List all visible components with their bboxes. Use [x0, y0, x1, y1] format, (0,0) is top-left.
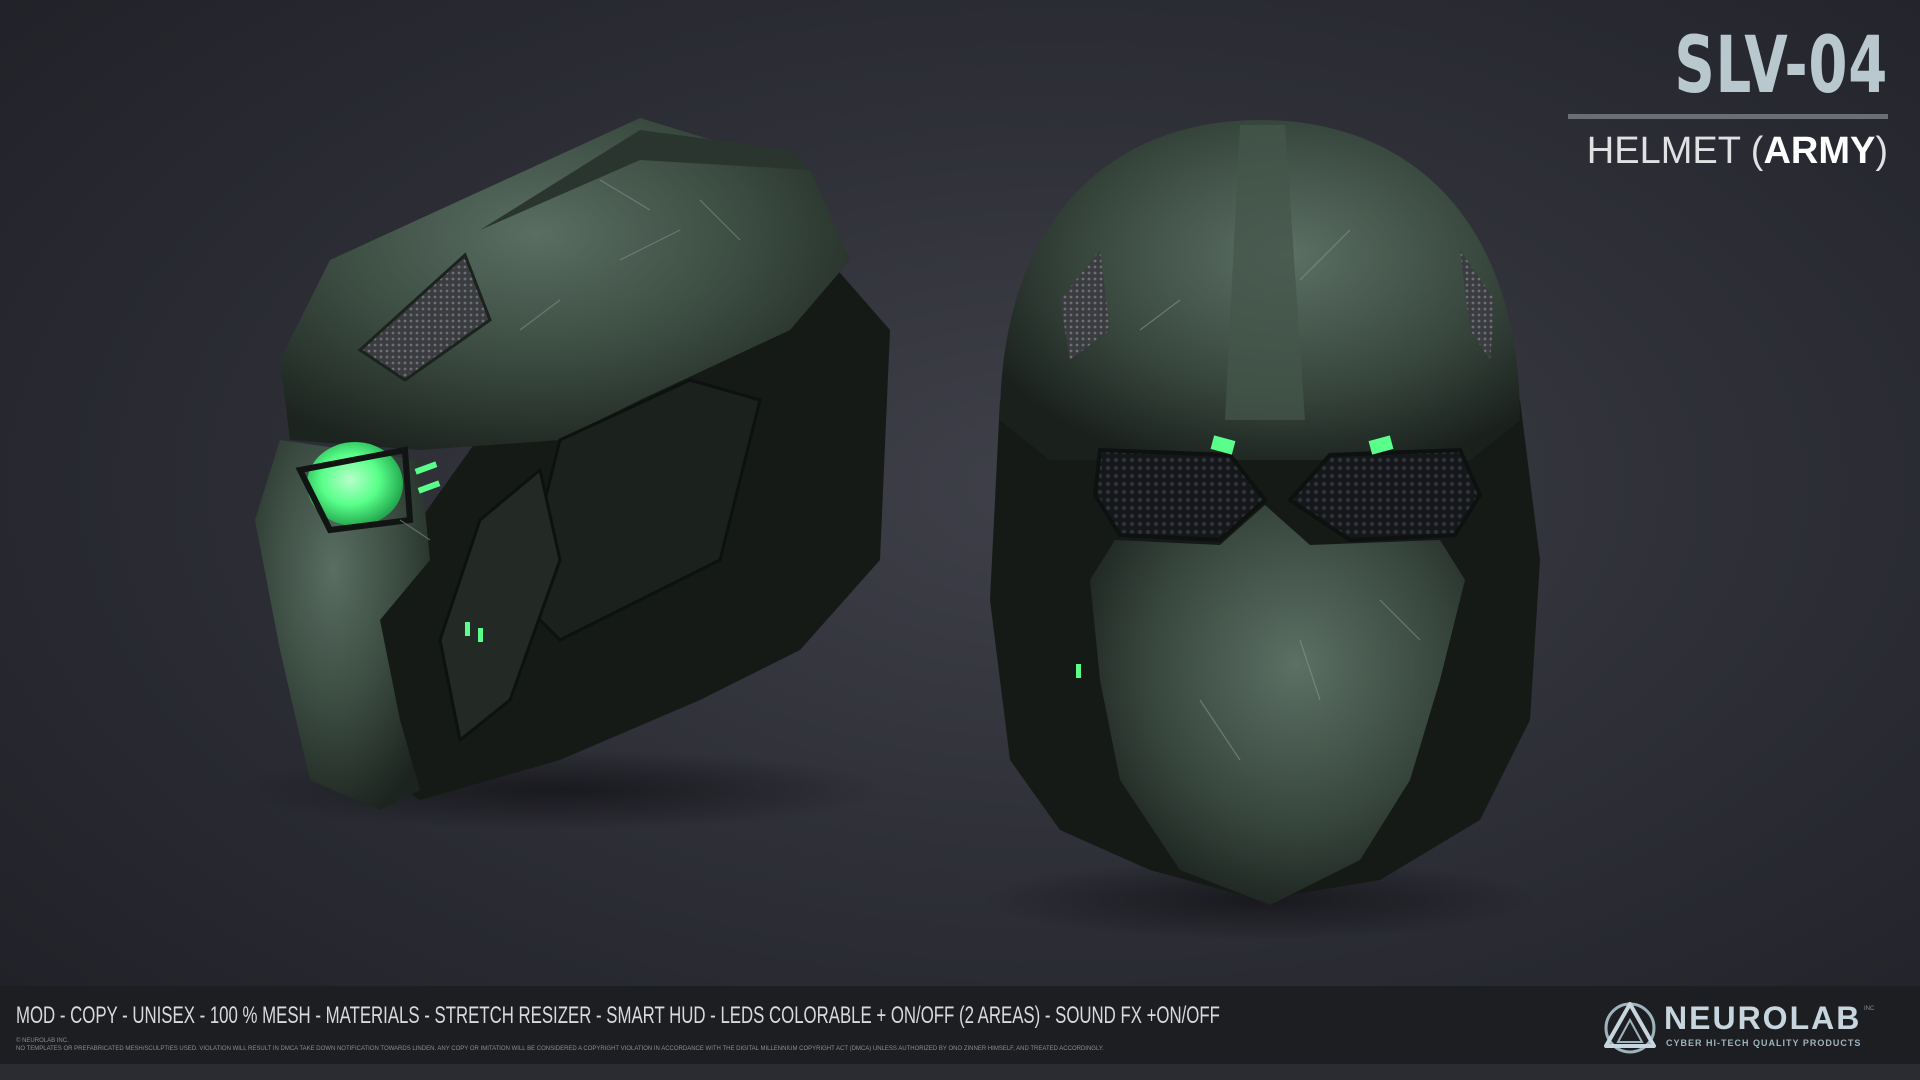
copyright-notice: © NEUROLAB INC.: [16, 1038, 69, 1044]
subtitle-prefix: HELMET (: [1586, 130, 1764, 172]
brand-name: NEUROLAB: [1664, 1000, 1862, 1036]
title-divider: [1568, 114, 1888, 119]
footer-bottom-strip: [0, 1064, 1920, 1080]
helmet-front-view: [980, 120, 1540, 940]
brand-logo: NEUROLAB INC CYBER HI-TECH QUALITY PRODU…: [1600, 998, 1890, 1054]
helmet-side-view: [230, 118, 890, 830]
title-block: SLV-04 HELMET (ARMY): [1568, 22, 1888, 173]
subtitle-emphasis: ARMY: [1763, 130, 1876, 172]
product-subtitle: HELMET (ARMY): [1568, 129, 1888, 173]
feature-list: MOD - COPY - UNISEX - 100 % MESH - MATER…: [16, 1002, 1220, 1029]
footer-bar: MOD - COPY - UNISEX - 100 % MESH - MATER…: [0, 986, 1920, 1064]
product-code: SLV-04: [1674, 21, 1888, 111]
legal-notice: NO TEMPLATES OR PREFABRICATED MESH/SCULP…: [16, 1046, 1104, 1052]
triangle-circle-logo-icon: [1604, 1002, 1656, 1054]
brand-suffix: INC: [1864, 1006, 1875, 1012]
brand-tagline: CYBER HI-TECH QUALITY PRODUCTS: [1666, 1038, 1862, 1048]
subtitle-suffix: ): [1875, 130, 1888, 172]
